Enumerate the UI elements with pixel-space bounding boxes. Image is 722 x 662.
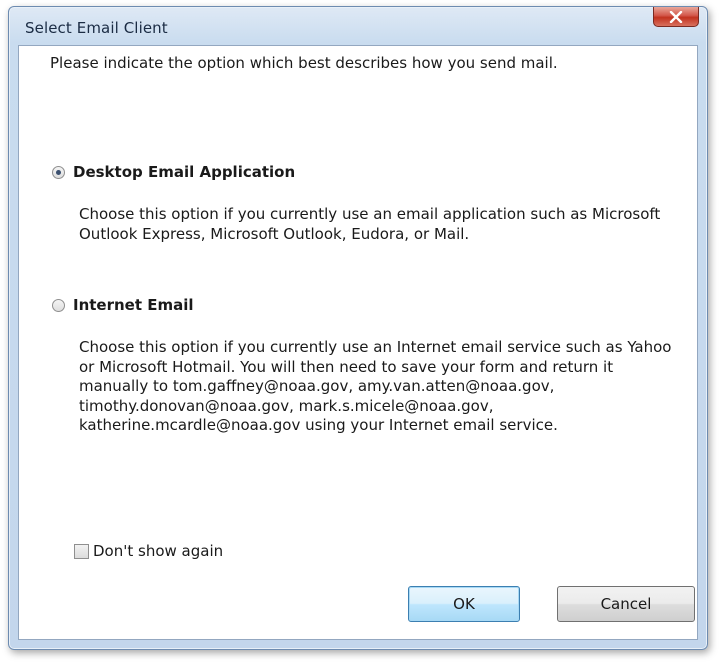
dialog-title: Select Email Client	[25, 19, 168, 37]
desktop-email-label[interactable]: Desktop Email Application	[73, 163, 295, 181]
prompt-text: Please indicate the option which best de…	[50, 54, 558, 72]
close-icon	[669, 10, 683, 23]
internet-email-label[interactable]: Internet Email	[73, 296, 194, 314]
close-button[interactable]	[653, 7, 699, 27]
ok-button[interactable]: OK	[408, 586, 520, 622]
title-bar[interactable]: Select Email Client	[9, 7, 707, 47]
option-desktop-email[interactable]: Desktop Email Application	[52, 163, 295, 181]
select-email-client-dialog: Select Email Client Please indicate the …	[8, 6, 708, 650]
dont-show-again-checkbox[interactable]	[74, 543, 89, 559]
dont-show-again-row[interactable]: Don't show again	[74, 542, 223, 560]
internet-email-radio[interactable]	[52, 298, 65, 312]
internet-email-description: Choose this option if you currently use …	[79, 338, 672, 435]
cancel-button[interactable]: Cancel	[557, 586, 695, 622]
desktop-email-radio[interactable]	[52, 165, 65, 179]
option-internet-email[interactable]: Internet Email	[52, 296, 194, 314]
dont-show-again-label[interactable]: Don't show again	[93, 542, 223, 560]
desktop-email-description: Choose this option if you currently use …	[79, 205, 661, 243]
